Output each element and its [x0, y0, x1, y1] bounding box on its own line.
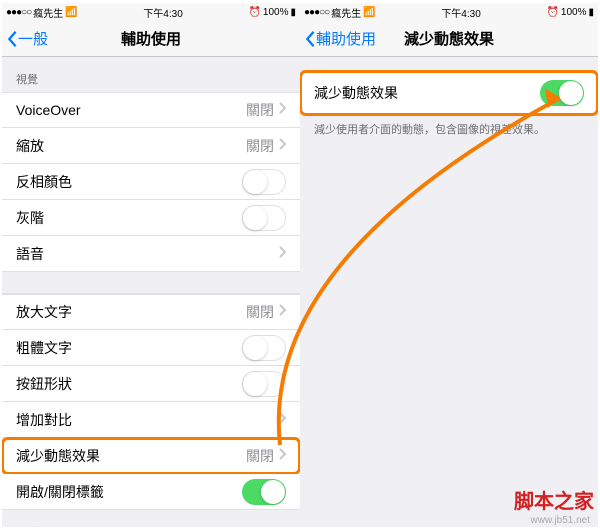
section-header-interaction: 互動	[2, 510, 300, 527]
row-label: 灰階	[16, 208, 242, 228]
row-label: 反相顏色	[16, 172, 242, 192]
row-b-2[interactable]: 按鈕形狀	[2, 366, 300, 402]
chevron-right-icon	[278, 245, 286, 263]
row-b-5[interactable]: 開啟/關閉標籤	[2, 474, 300, 510]
row-description: 減少使用者介面的動態，包含圖像的視差效果。	[300, 115, 598, 146]
status-bar: ●●●○○瘋先生📶 下午4:30 ⏰100%▮	[300, 3, 598, 21]
row-reduce-motion[interactable]: 減少動態效果	[300, 71, 598, 115]
toggle-knob	[261, 480, 285, 504]
battery: 100%	[561, 7, 587, 18]
battery: 100%	[263, 7, 289, 18]
chevron-right-icon	[278, 447, 286, 465]
row-value: 關閉	[246, 100, 274, 120]
row-a-4[interactable]: 語音	[2, 236, 300, 272]
back-label: 一般	[18, 28, 48, 49]
row-value: 關閉	[246, 136, 274, 156]
row-b-4[interactable]: 減少動態效果關閉	[2, 438, 300, 474]
row-value: 關閉	[246, 446, 274, 466]
watermark: 脚本之家	[514, 485, 594, 514]
toggle-knob	[559, 81, 583, 105]
wifi-icon: 📶	[363, 7, 375, 18]
chevron-left-icon	[304, 30, 316, 48]
chevron-right-icon	[278, 137, 286, 155]
carrier: 瘋先生	[33, 5, 63, 20]
toggle-knob	[243, 206, 267, 230]
toggle-knob	[243, 372, 267, 396]
carrier: 瘋先生	[331, 5, 361, 20]
row-label: 減少動態效果	[16, 446, 246, 466]
toggle-knob	[243, 170, 267, 194]
reduce-motion-toggle[interactable]	[540, 80, 584, 106]
row-a-3[interactable]: 灰階	[2, 200, 300, 236]
alarm-icon: ⏰	[248, 7, 260, 18]
back-label: 輔助使用	[316, 28, 376, 49]
row-label: 按鈕形狀	[16, 374, 242, 394]
wifi-icon: 📶	[65, 7, 77, 18]
toggle-switch[interactable]	[242, 371, 286, 397]
row-label: 縮放	[16, 136, 246, 156]
alarm-icon: ⏰	[546, 7, 558, 18]
row-a-2[interactable]: 反相顏色	[2, 164, 300, 200]
row-a-1[interactable]: 縮放關閉	[2, 128, 300, 164]
chevron-right-icon	[278, 101, 286, 119]
chevron-right-icon	[278, 303, 286, 321]
chevron-right-icon	[278, 411, 286, 429]
status-time: 下午4:30	[143, 5, 182, 20]
section-gap	[300, 57, 598, 71]
battery-icon: ▮	[290, 7, 296, 18]
toggle-switch[interactable]	[242, 169, 286, 195]
section-header-vision: 視覺	[2, 57, 300, 92]
row-label: 減少動態效果	[314, 83, 540, 103]
row-label: 放大文字	[16, 302, 246, 322]
row-b-0[interactable]: 放大文字關閉	[2, 294, 300, 330]
back-button[interactable]: 輔助使用	[304, 28, 376, 49]
signal-dots: ●●●○○	[6, 7, 31, 18]
row-b-1[interactable]: 粗體文字	[2, 330, 300, 366]
toggle-switch[interactable]	[242, 205, 286, 231]
nav-bar: 輔助使用 減少動態效果	[300, 21, 598, 57]
page-title: 輔助使用	[121, 28, 181, 49]
status-time: 下午4:30	[441, 5, 480, 20]
row-a-0[interactable]: VoiceOver關閉	[2, 92, 300, 128]
row-label: 語音	[16, 244, 278, 264]
back-button[interactable]: 一般	[6, 28, 48, 49]
row-value: 關閉	[246, 302, 274, 322]
nav-bar: 一般 輔助使用	[2, 21, 300, 57]
page-title: 減少動態效果	[404, 28, 494, 49]
toggle-switch[interactable]	[242, 335, 286, 361]
watermark-url: www.jb51.net	[531, 515, 590, 526]
battery-icon: ▮	[588, 7, 594, 18]
row-label: 增加對比	[16, 410, 278, 430]
section-gap	[2, 272, 300, 294]
toggle-switch[interactable]	[242, 479, 286, 505]
signal-dots: ●●●○○	[304, 7, 329, 18]
toggle-knob	[243, 336, 267, 360]
row-label: 粗體文字	[16, 338, 242, 358]
row-label: 開啟/關閉標籤	[16, 482, 242, 502]
status-bar: ●●●○○瘋先生📶 下午4:30 ⏰100%▮	[2, 3, 300, 21]
row-label: VoiceOver	[16, 102, 246, 118]
row-b-3[interactable]: 增加對比	[2, 402, 300, 438]
chevron-left-icon	[6, 30, 18, 48]
